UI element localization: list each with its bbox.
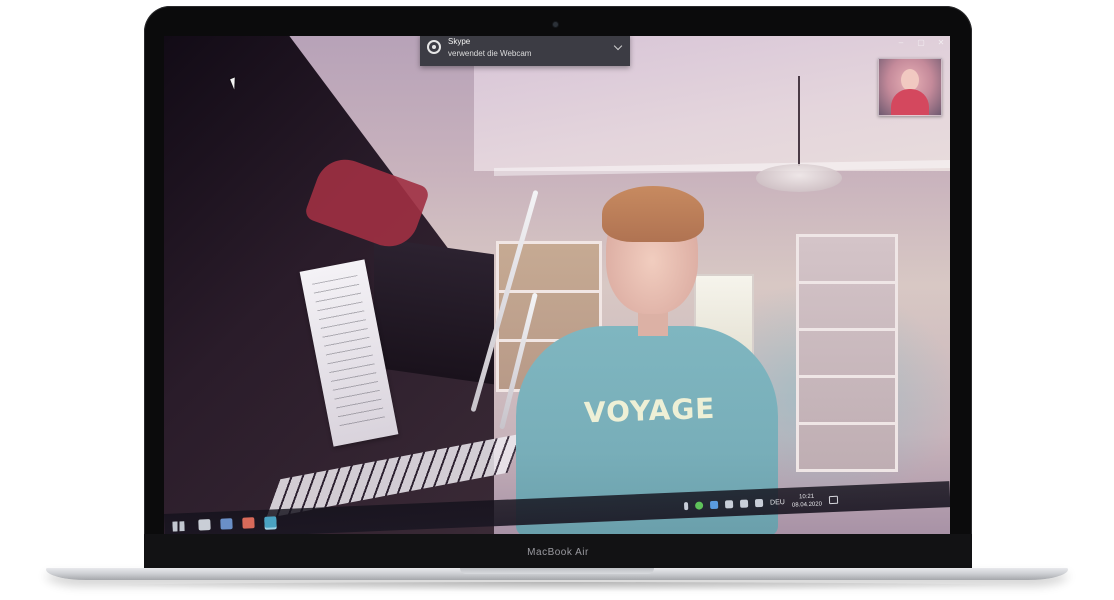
file-explorer-icon[interactable]	[198, 519, 211, 531]
base-shadow	[60, 582, 1054, 592]
skype-icon[interactable]	[242, 517, 255, 529]
brand-label: MacBook Air	[527, 547, 589, 558]
volume-icon[interactable]	[739, 499, 749, 508]
start-icon[interactable]	[172, 521, 184, 531]
pendant-lamp-cord	[798, 76, 800, 166]
microphone-icon[interactable]	[683, 502, 689, 511]
self-view-thumbnail[interactable]	[878, 58, 942, 116]
language-indicator[interactable]: DEU	[770, 498, 785, 506]
self-view-face	[901, 69, 919, 91]
sweater-print: VOYAGE	[583, 391, 716, 430]
person-hair	[602, 186, 704, 242]
minimize-button[interactable]: –	[896, 38, 906, 47]
chevron-down-icon[interactable]	[613, 41, 623, 51]
app-tray-icon[interactable]	[709, 500, 719, 510]
clock-date: 08.04.2020	[791, 501, 823, 509]
close-button[interactable]: ✕	[936, 38, 946, 47]
clock[interactable]: 10:21 08.04.2020	[791, 492, 822, 509]
laptop-screen: VOYAGE – ▢ ✕ Skype verwendet die Webcam	[164, 36, 950, 534]
piano-top	[374, 237, 494, 385]
webcam-icon	[553, 22, 558, 27]
mail-icon[interactable]	[220, 518, 233, 530]
self-view-body	[891, 89, 929, 115]
webcam-icon	[427, 40, 441, 54]
system-tray: DEU 10:21 08.04.2020	[683, 492, 838, 514]
pendant-lamp	[756, 164, 842, 192]
laptop-base	[46, 568, 1068, 580]
browser-icon[interactable]	[264, 516, 277, 528]
opening-notch	[460, 568, 654, 574]
maximize-button[interactable]: ▢	[916, 38, 926, 47]
notification-message: verwendet die Webcam	[448, 49, 532, 58]
laptop-mockup: VOYAGE – ▢ ✕ Skype verwendet die Webcam	[0, 0, 1114, 600]
window-controls: – ▢ ✕	[896, 38, 946, 47]
network-icon[interactable]	[724, 500, 734, 509]
webcam-notification[interactable]: Skype verwendet die Webcam	[420, 36, 630, 66]
battery-icon[interactable]	[754, 498, 764, 508]
action-center-icon[interactable]	[828, 495, 838, 505]
bottom-bezel: MacBook Air	[144, 534, 972, 568]
bookshelf-right	[796, 234, 898, 472]
status-icon[interactable]	[694, 501, 704, 510]
notification-title: Skype	[448, 37, 471, 46]
